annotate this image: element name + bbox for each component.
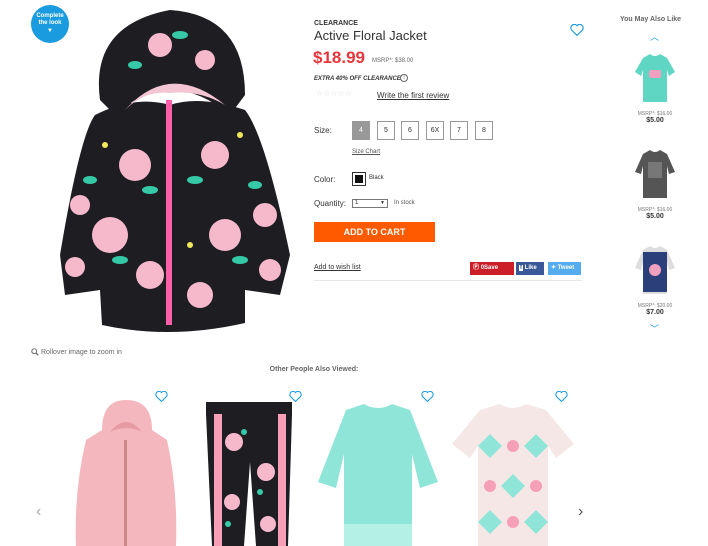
facebook-label: Like	[524, 265, 537, 271]
info-icon[interactable]: i	[400, 74, 408, 82]
clearance-badge: CLEARANCE	[314, 20, 358, 27]
pinterest-save-button[interactable]: Ⓟ 0Save	[470, 262, 514, 275]
size-option-5[interactable]: 5	[377, 121, 395, 140]
color-swatch-black[interactable]	[352, 172, 366, 186]
add-to-wishlist-link[interactable]: Add to wish list	[314, 264, 361, 271]
chevron-down-icon: ▼	[380, 200, 385, 206]
product-msrp: MSRP*: $38.00	[372, 58, 414, 64]
ymal-price: $5.00	[646, 117, 664, 124]
product-title: Active Floral Jacket	[314, 28, 427, 43]
color-value: Black	[369, 175, 384, 181]
heart-icon[interactable]	[421, 391, 434, 402]
twitter-label: Tweet	[557, 265, 575, 271]
add-to-cart-button[interactable]: ADD TO CART	[314, 222, 435, 242]
ymal-item[interactable]: MSRP*: $16.00 $5.00	[630, 148, 680, 220]
size-option-7[interactable]: 7	[450, 121, 468, 140]
stock-status: In stock	[394, 200, 415, 206]
ymal-price: $5.00	[646, 213, 664, 220]
ymal-item[interactable]: MSRP*: $16.00 $5.00	[630, 52, 680, 124]
write-review-link[interactable]: Write the first review	[377, 91, 449, 100]
chevron-up-icon[interactable]: ︿	[650, 30, 659, 43]
quantity-value: 1	[355, 200, 359, 206]
product-image-active-floral-jacket[interactable]	[40, 5, 300, 335]
pinterest-icon: Ⓟ	[473, 265, 480, 271]
chevron-down-icon[interactable]: ﹀	[650, 322, 659, 335]
complete-look-line2: the look	[38, 20, 62, 26]
promo-text: EXTRA 40% OFF CLEARANCE	[314, 76, 401, 82]
rating-stars: ☆☆☆☆☆	[316, 89, 352, 98]
size-option-6x[interactable]: 6X	[426, 121, 444, 140]
zoom-hint-text: Rollover image to zoom in	[41, 348, 122, 356]
quantity-select[interactable]: 1 ▼	[352, 199, 388, 208]
pinterest-label: Save	[484, 265, 499, 271]
other-product-image[interactable]	[204, 402, 294, 546]
others-viewed-title: Other People Also Viewed:	[269, 366, 359, 373]
facebook-like-button[interactable]: f Like	[516, 262, 544, 275]
color-label: Color:	[314, 175, 336, 184]
complete-look-line1: Complete	[36, 13, 64, 19]
chevron-down-icon: ▼	[47, 28, 53, 34]
heart-icon[interactable]	[555, 391, 568, 402]
twitter-tweet-button[interactable]: ✦ Tweet	[548, 262, 581, 275]
other-product-image[interactable]	[316, 404, 440, 546]
ymal-price: $7.00	[646, 309, 664, 316]
heart-icon[interactable]	[155, 391, 168, 402]
twitter-icon: ✦	[551, 265, 557, 271]
product-price: $18.99	[313, 48, 365, 67]
chevron-left-icon[interactable]: ‹	[36, 503, 41, 521]
size-option-8[interactable]: 8	[475, 121, 493, 140]
chevron-right-icon[interactable]: ›	[578, 503, 583, 521]
ymal-product-image[interactable]	[633, 244, 677, 296]
size-label: Size:	[314, 126, 332, 135]
heart-icon[interactable]	[289, 391, 302, 402]
size-chart-link[interactable]: Size Chart	[352, 149, 380, 155]
size-option-4[interactable]: 4	[352, 121, 370, 140]
ymal-title: You May Also Like	[620, 16, 682, 23]
complete-the-look-button[interactable]: Complete the look ▼	[31, 5, 69, 43]
magnifier-icon	[31, 348, 39, 356]
quantity-label: Quantity:	[314, 199, 347, 208]
ymal-item[interactable]: MSRP*: $20.00 $7.00	[630, 244, 680, 316]
facebook-icon: f	[519, 265, 523, 271]
ymal-product-image[interactable]	[633, 148, 677, 200]
size-option-6[interactable]: 6	[401, 121, 419, 140]
heart-icon[interactable]	[570, 24, 584, 36]
ymal-product-image[interactable]	[633, 52, 677, 104]
other-product-image[interactable]	[450, 404, 576, 546]
other-product-image[interactable]	[72, 400, 180, 546]
zoom-hint: Rollover image to zoom in	[31, 348, 122, 356]
divider	[314, 280, 582, 281]
